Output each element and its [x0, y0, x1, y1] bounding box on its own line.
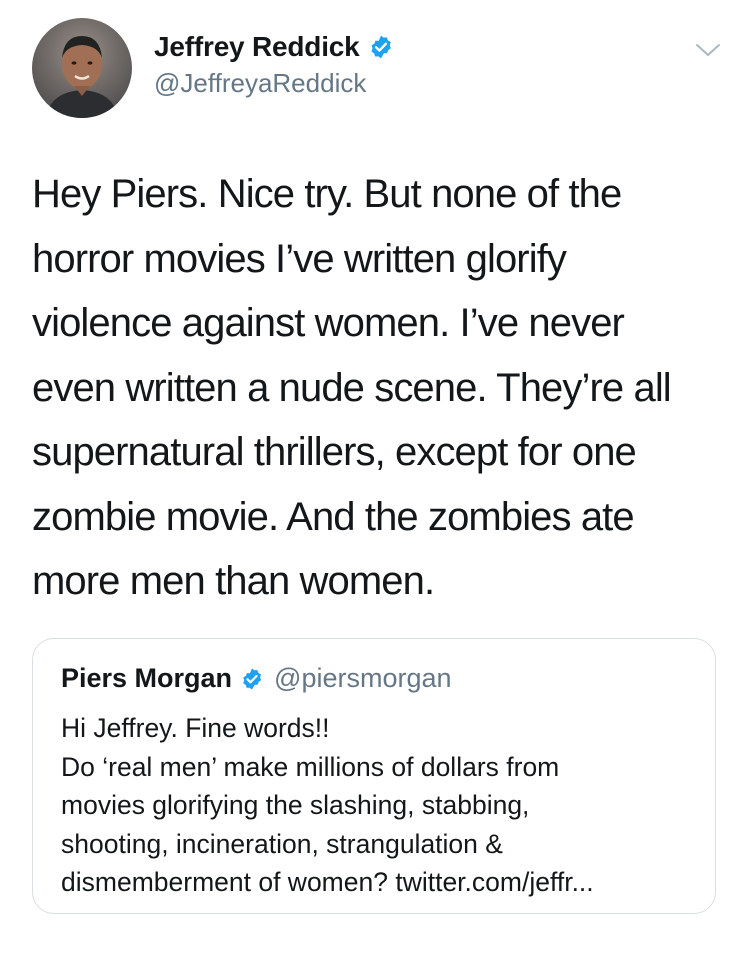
tweet-header: Jeffrey Reddick @JeffreyaReddick	[32, 18, 722, 118]
quoted-author-handle: @piersmorgan	[274, 663, 452, 693]
quoted-text-line: shooting, incineration, strangulation &	[61, 828, 503, 859]
quoted-text-line: dismemberment of women? twitter.com/jeff…	[61, 867, 594, 897]
tweet-text-line: more men than women.	[32, 559, 435, 603]
tweet-text-line: even written a nude scene. They’re all	[32, 365, 672, 410]
quoted-text-line: Do ‘real men’ make millions of dollars f…	[61, 751, 560, 782]
tweet-text-line: supernatural thrillers, except for one	[32, 430, 637, 474]
verified-badge-icon	[240, 667, 264, 691]
quoted-text-line: movies glorifying the slashing, stabbing…	[61, 790, 530, 820]
quoted-author-display-name: Piers Morgan	[61, 663, 233, 693]
tweet-text: Hey Piers. Nice try. But none of the hor…	[32, 162, 722, 614]
author-display-name[interactable]: Jeffrey Reddick	[154, 31, 360, 63]
profile-photo-icon	[46, 36, 118, 118]
quoted-tweet-text: Hi Jeffrey. Fine words!! Do ‘real men’ m…	[61, 709, 701, 902]
quoted-tweet-card[interactable]: Piers Morgan @piersmorgan Hi Jeffrey. Fi…	[32, 638, 716, 914]
chevron-down-icon[interactable]	[694, 40, 722, 60]
verified-badge-icon	[368, 34, 394, 60]
author-handle[interactable]: @JeffreyaReddick	[154, 68, 394, 99]
tweet-text-line: zombie movie. And the zombies ate	[32, 494, 635, 539]
avatar[interactable]	[32, 18, 132, 118]
tweet-text-line: violence against women. I’ve never	[32, 301, 625, 345]
quoted-text-line: Hi Jeffrey. Fine words!!	[61, 713, 330, 743]
tweet-text-line: horror movies I’ve written glorify	[32, 236, 567, 281]
tweet-text-line: Hey Piers. Nice try. But none of the	[32, 172, 622, 216]
